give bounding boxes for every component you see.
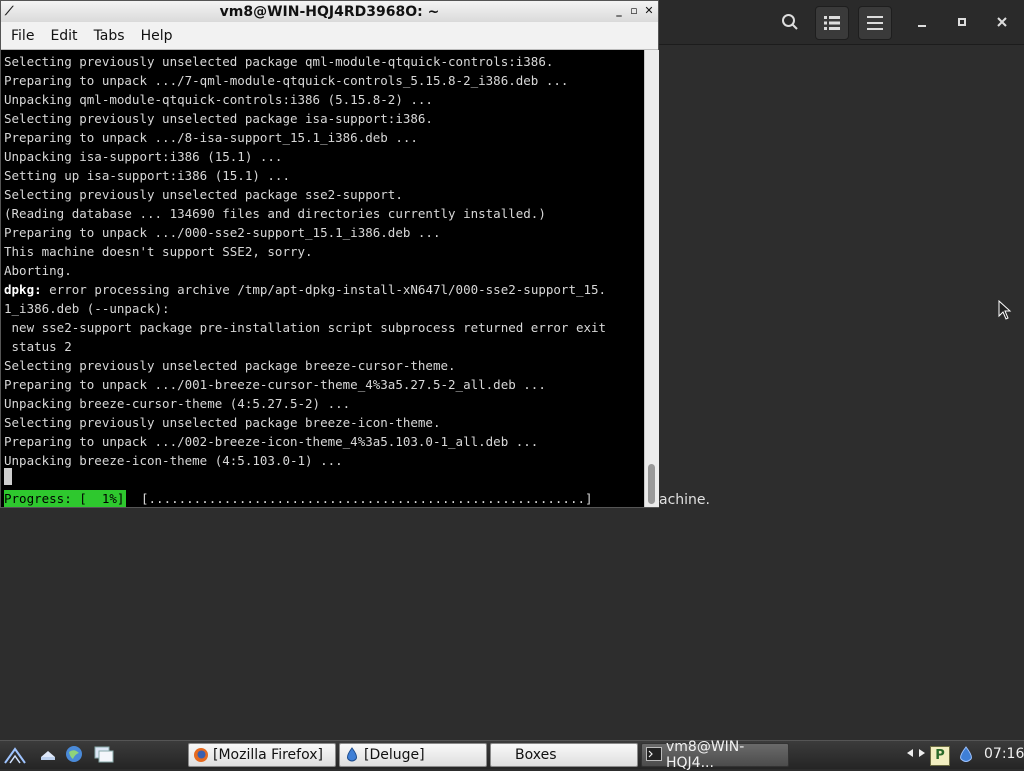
- error-text: error processing archive /tmp/apt-dpkg-i…: [49, 282, 607, 297]
- close-icon[interactable]: [986, 6, 1018, 38]
- terminal-line: Preparing to unpack .../8-isa-support_15…: [4, 130, 418, 145]
- deluge-tray-icon[interactable]: [957, 746, 975, 764]
- terminal-line: new sse2-support package pre-installatio…: [4, 320, 607, 335]
- task-firefox[interactable]: [Mozilla Firefox]: [188, 743, 336, 767]
- terminal-line: Unpacking qml-module-qtquick-controls:i3…: [4, 92, 433, 107]
- scrollbar-thumb[interactable]: [648, 464, 655, 504]
- firefox-icon: [193, 747, 209, 763]
- task-label: vm8@WIN-HQJ4...: [666, 739, 745, 771]
- menu-edit[interactable]: Edit: [42, 28, 85, 44]
- menu-help[interactable]: Help: [133, 28, 181, 44]
- terminal-error-line: dpkg: error processing archive /tmp/apt-…: [4, 280, 606, 299]
- network-icon[interactable]: [905, 746, 925, 764]
- menu-file[interactable]: File: [1, 28, 42, 44]
- terminal-line: Unpacking breeze-icon-theme (4:5.103.0-1…: [4, 453, 343, 468]
- task-deluge[interactable]: [Deluge]: [339, 743, 487, 767]
- text-cursor: [4, 468, 12, 485]
- task-terminal[interactable]: vm8@WIN-HQJ4...: [641, 739, 789, 771]
- terminal-output[interactable]: Selecting previously unselected package …: [1, 50, 644, 507]
- minimize-icon[interactable]: _: [611, 3, 627, 19]
- terminal-line: Aborting.: [4, 263, 72, 278]
- terminal-line: Selecting previously unselected package …: [4, 187, 403, 202]
- terminal-line: Preparing to unpack .../002-breeze-icon-…: [4, 434, 539, 449]
- deluge-icon: [344, 747, 360, 763]
- task-label: [Mozilla Firefox]: [213, 747, 323, 763]
- close-icon[interactable]: ✕: [641, 3, 657, 19]
- terminal-line: Selecting previously unselected package …: [4, 111, 433, 126]
- maximize-icon[interactable]: [946, 6, 978, 38]
- terminal-window[interactable]: ⟋ vm8@WIN-HQJ4RD3968O: ~ _ ▫ ✕ File Edit…: [0, 0, 659, 508]
- terminal-line: Preparing to unpack .../7-qml-module-qtq…: [4, 73, 569, 88]
- dpkg-prefix: dpkg:: [4, 282, 42, 297]
- terminal-line: Setting up isa-support:i386 (15.1) ...: [4, 168, 290, 183]
- terminal-line: Preparing to unpack .../001-breeze-curso…: [4, 377, 546, 392]
- taskbar: [Mozilla Firefox] [Deluge] Boxes vm8@WIN…: [0, 739, 1024, 771]
- package-updater-icon[interactable]: P: [930, 746, 950, 766]
- terminal-line: 1_i386.deb (--unpack):: [4, 301, 170, 316]
- terminal-icon: [646, 747, 662, 763]
- file-manager-icon[interactable]: [94, 745, 114, 765]
- progress-label: Progress: [ 1%]: [4, 490, 127, 507]
- terminal-line: This machine doesn't support SSE2, sorry…: [4, 244, 313, 259]
- list-view-icon[interactable]: [815, 6, 849, 40]
- web-browser-icon[interactable]: [64, 745, 84, 765]
- terminal-menubar: File Edit Tabs Help: [1, 22, 658, 50]
- terminal-line: Unpacking breeze-cursor-theme (4:5.27.5-…: [4, 396, 351, 411]
- terminal-line: Selecting previously unselected package …: [4, 358, 456, 373]
- terminal-window-icon[interactable]: ⟋: [5, 3, 21, 19]
- menu-tabs[interactable]: Tabs: [86, 28, 133, 44]
- minimize-icon[interactable]: [906, 6, 938, 38]
- terminal-line: Selecting previously unselected package …: [4, 415, 441, 430]
- start-menu-icon[interactable]: [4, 745, 26, 765]
- mouse-pointer-icon: [998, 299, 1012, 325]
- terminal-scrollbar[interactable]: [644, 50, 659, 507]
- task-label: [Deluge]: [364, 747, 425, 763]
- terminal-line: Unpacking isa-support:i386 (15.1) ...: [4, 149, 283, 164]
- show-desktop-icon[interactable]: [38, 745, 58, 765]
- boxes-message-text: achine.: [659, 492, 710, 508]
- maximize-icon[interactable]: ▫: [626, 3, 642, 19]
- task-boxes[interactable]: Boxes: [490, 743, 638, 767]
- terminal-titlebar[interactable]: ⟋ vm8@WIN-HQJ4RD3968O: ~ _ ▫ ✕: [1, 1, 658, 23]
- terminal-line: (Reading database ... 134690 files and d…: [4, 206, 546, 221]
- progress-bar: [.......................................…: [141, 491, 593, 506]
- terminal-line: Preparing to unpack .../000-sse2-support…: [4, 225, 441, 240]
- terminal-title: vm8@WIN-HQJ4RD3968O: ~: [219, 3, 440, 20]
- clock[interactable]: 07:16: [984, 746, 1024, 762]
- terminal-line: status 2: [4, 339, 72, 354]
- task-label: Boxes: [515, 747, 557, 763]
- terminal-line: Selecting previously unselected package …: [4, 54, 554, 69]
- hamburger-menu-icon[interactable]: [858, 6, 892, 40]
- search-icon[interactable]: [774, 6, 806, 38]
